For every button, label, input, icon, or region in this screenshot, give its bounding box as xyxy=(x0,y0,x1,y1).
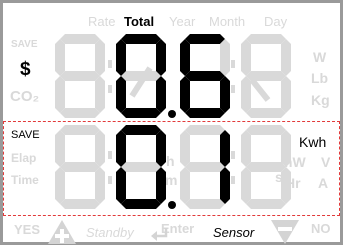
segment-a xyxy=(246,125,286,135)
segment-d xyxy=(60,199,100,209)
segment-e xyxy=(180,167,190,204)
segment-e xyxy=(241,76,251,113)
segment-g xyxy=(246,162,286,172)
top-colon-dot xyxy=(231,85,235,93)
top-digit-0 xyxy=(55,34,105,118)
top-colon-dot xyxy=(108,85,112,93)
segment-a xyxy=(185,125,225,135)
yes-label[interactable]: YES xyxy=(14,223,40,236)
segment-a xyxy=(60,125,100,135)
segment-f xyxy=(241,130,251,167)
segment-d xyxy=(185,199,225,209)
bottom-colon-dot xyxy=(108,176,112,184)
segment-c xyxy=(281,167,291,204)
segment-f xyxy=(180,39,190,76)
segment-d xyxy=(60,108,100,118)
bottom-decimal-point xyxy=(168,201,176,209)
segment-a xyxy=(185,34,225,44)
segment-f xyxy=(55,130,65,167)
no-minus-icon xyxy=(271,220,299,244)
segment-b xyxy=(156,130,166,167)
bottom-digit-1 xyxy=(116,125,166,209)
segment-a xyxy=(121,34,161,44)
segment-g xyxy=(185,71,225,81)
segment-a xyxy=(246,34,286,44)
segment-diagonal xyxy=(249,78,271,102)
yes-plus-icon xyxy=(48,220,76,244)
segment-g xyxy=(60,71,100,81)
segment-a xyxy=(60,34,100,44)
top-colon-dot xyxy=(231,60,235,68)
no-button[interactable] xyxy=(270,219,300,245)
segment-e xyxy=(116,167,126,204)
segment-f xyxy=(55,39,65,76)
segment-g xyxy=(246,71,286,81)
segment-f xyxy=(241,39,251,76)
enter-return-icon xyxy=(151,228,168,241)
segment-b xyxy=(220,130,230,167)
segment-e xyxy=(55,167,65,204)
top-digit-3 xyxy=(241,34,291,118)
lcd-screen: Rate Total Year Month Day SAVE $ CO₂ W L… xyxy=(0,0,343,245)
top-colon-dot xyxy=(108,60,112,68)
top-decimal-point xyxy=(168,110,176,118)
segment-b xyxy=(95,39,105,76)
segment-a xyxy=(121,125,161,135)
segment-e xyxy=(55,76,65,113)
segment-d xyxy=(246,199,286,209)
bottom-colon-dot xyxy=(108,151,112,159)
segment-c xyxy=(220,167,230,204)
segment-g xyxy=(185,162,225,172)
segment-d xyxy=(121,199,161,209)
segment-c xyxy=(156,167,166,204)
yes-button[interactable] xyxy=(47,219,77,245)
segment-f xyxy=(180,130,190,167)
segment-e xyxy=(180,76,190,113)
standby-label[interactable]: Standby xyxy=(86,226,134,239)
segment-b xyxy=(220,39,230,76)
segment-e xyxy=(116,76,126,113)
segment-b xyxy=(281,130,291,167)
segment-f xyxy=(116,130,126,167)
bottom-digit-2 xyxy=(180,125,230,209)
top-digit-2 xyxy=(180,34,230,118)
segment-d xyxy=(246,108,286,118)
segment-c xyxy=(156,76,166,113)
segment-d xyxy=(185,108,225,118)
sensor-label[interactable]: Sensor xyxy=(213,226,254,239)
top-digit-row xyxy=(55,34,291,118)
bottom-colon-dot xyxy=(231,176,235,184)
segment-g xyxy=(121,162,161,172)
segment-c xyxy=(220,76,230,113)
bottom-colon-dot xyxy=(231,151,235,159)
segment-display xyxy=(55,34,291,209)
segment-b xyxy=(156,39,166,76)
segment-c xyxy=(95,76,105,113)
bottom-digit-3 xyxy=(241,125,291,209)
segment-b xyxy=(281,39,291,76)
top-digit-1 xyxy=(116,34,166,118)
segment-d xyxy=(121,108,161,118)
segment-g xyxy=(60,162,100,172)
segment-b xyxy=(95,130,105,167)
no-label[interactable]: NO xyxy=(311,222,331,235)
segment-c xyxy=(281,76,291,113)
segment-c xyxy=(95,167,105,204)
segment-f xyxy=(116,39,126,76)
bottom-digit-row xyxy=(55,125,291,209)
segment-e xyxy=(241,167,251,204)
bottom-digit-0 xyxy=(55,125,105,209)
